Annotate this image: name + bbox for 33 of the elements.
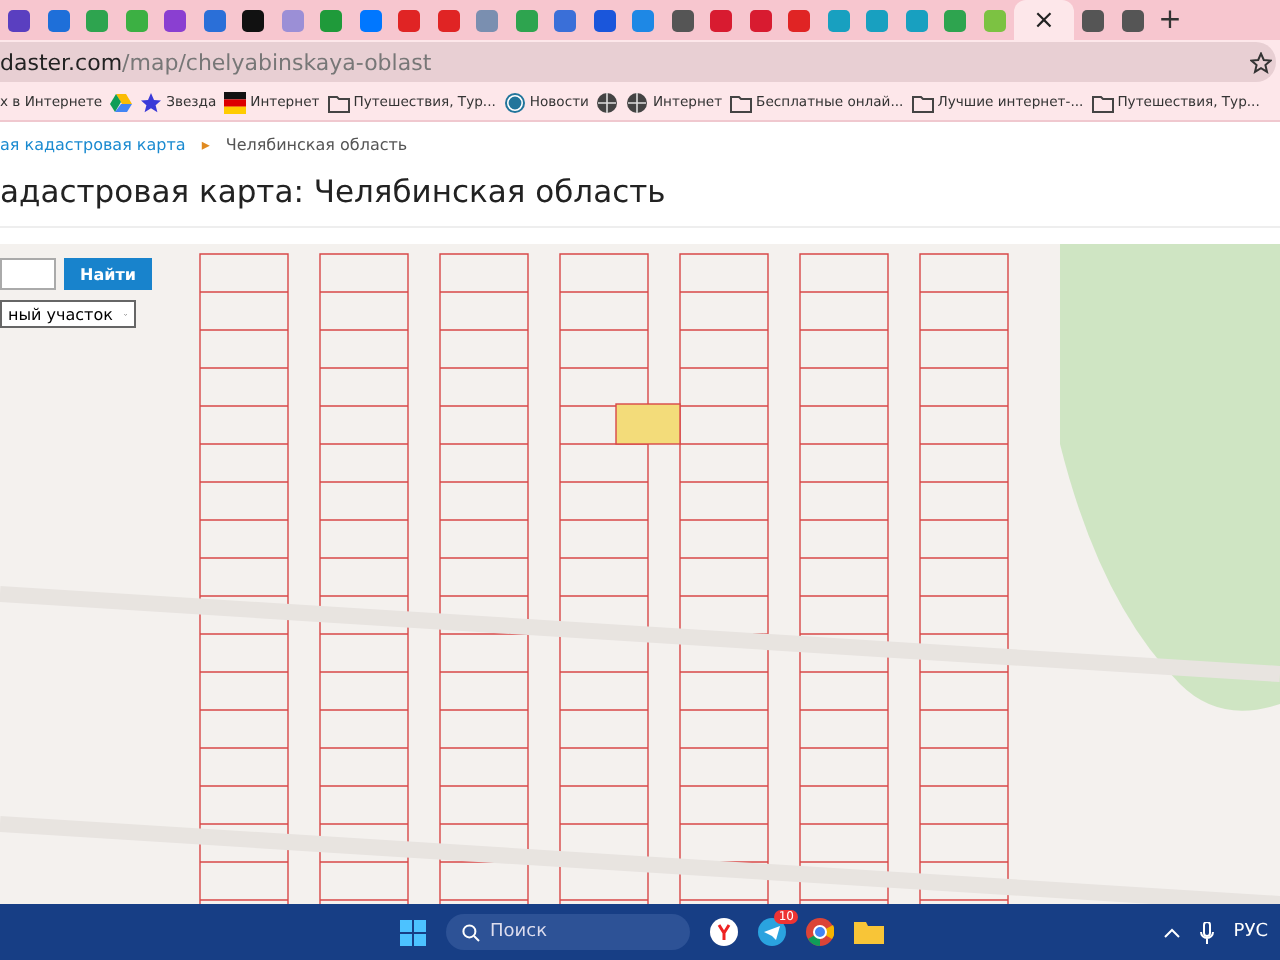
new-tab-button[interactable]: + [1152, 0, 1188, 40]
folder-icon [911, 91, 934, 113]
page-heading: адастровая карта: Челябинская область [0, 166, 1280, 228]
wordpress-icon [503, 91, 526, 113]
breadcrumb-current: Челябинская область [225, 135, 408, 153]
globe-icon [626, 91, 649, 113]
find-button[interactable]: Найти [64, 258, 152, 290]
search-icon [462, 923, 480, 941]
folder-icon [730, 91, 753, 113]
drive-icon [110, 91, 133, 113]
browser-tab[interactable]: × [1014, 0, 1074, 40]
taskbar-search-field[interactable]: Поиск [446, 914, 690, 950]
breadcrumb-separator: ▸ [201, 135, 210, 153]
breadcrumb-link[interactable]: ая кадастровая карта [0, 135, 186, 153]
bookmark[interactable] [596, 91, 619, 113]
folder-icon[interactable] [854, 920, 884, 944]
star-icon [140, 91, 163, 113]
paper-plane-icon[interactable] [758, 918, 786, 946]
folder-icon [327, 91, 350, 113]
search-field[interactable] [0, 258, 56, 290]
address-bar[interactable]: daster.com/map/chelyabinskaya-oblast [0, 42, 1276, 82]
language-indicator[interactable]: РУС [1233, 922, 1268, 942]
windows-logo-icon[interactable] [400, 919, 426, 945]
flag-icon [224, 91, 247, 113]
star-icon[interactable] [1250, 51, 1272, 73]
folder-icon [1091, 91, 1114, 113]
type-select[interactable]: ный участок [0, 300, 136, 328]
globe-icon [596, 91, 619, 113]
chrome-icon[interactable] [806, 918, 834, 946]
yandex-browser-icon[interactable] [710, 918, 738, 946]
url-text: daster.com/map/chelyabinskaya-oblast [0, 49, 432, 75]
microphone-icon[interactable] [1199, 921, 1214, 943]
chevron-up-icon[interactable] [1163, 927, 1180, 937]
